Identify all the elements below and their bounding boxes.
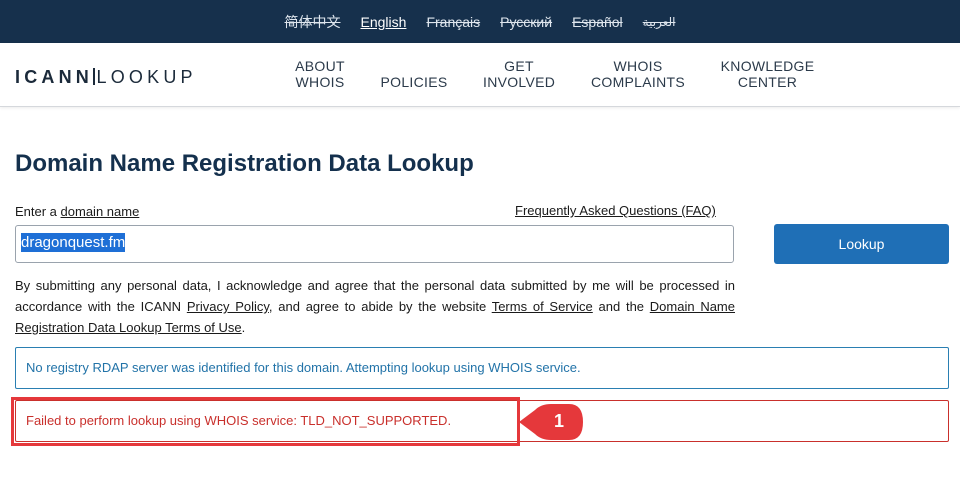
privacy-disclaimer: By submitting any personal data, I ackno… [15, 275, 735, 338]
lang-russian[interactable]: Русский [500, 14, 552, 30]
logo-icann: ICANN [15, 67, 93, 87]
domain-input[interactable]: dragonquest.fm [15, 225, 734, 263]
nav-knowledge-center-line2: CENTER [737, 74, 798, 90]
lang-spanish[interactable]: Español [572, 14, 623, 30]
domain-input-value: dragonquest.fm [21, 233, 126, 252]
nav-knowledge-center[interactable]: KNOWLEDGE CENTER [720, 58, 815, 90]
nav-get-involved-line1: GET [504, 58, 534, 74]
nav-about-whois-line2: WHOIS [295, 74, 345, 90]
nav-get-involved[interactable]: GET INVOLVED [483, 58, 555, 90]
label-prefix: Enter a [15, 204, 61, 219]
lang-english[interactable]: English [361, 14, 407, 30]
faq-link[interactable]: Frequently Asked Questions (FAQ) [515, 203, 716, 218]
lookup-button[interactable]: Lookup [774, 224, 949, 264]
disclaimer-text-4: . [241, 320, 246, 335]
site-header: ICANN LOOKUP ABOUT WHOIS POLICIES GET INV… [0, 43, 960, 107]
info-alert: No registry RDAP server was identified f… [15, 347, 949, 389]
icann-lookup-logo[interactable]: ICANN LOOKUP [15, 67, 197, 88]
logo-lookup: LOOKUP [96, 67, 197, 87]
page-title: Domain Name Registration Data Lookup [15, 150, 474, 177]
nav-about-whois[interactable]: ABOUT WHOIS [295, 58, 345, 90]
lang-chinese[interactable]: 简体中文 [285, 12, 341, 32]
domain-name-link[interactable]: domain name [61, 204, 140, 219]
nav-whois-complaints[interactable]: WHOIS COMPLAINTS [590, 58, 686, 90]
nav-knowledge-center-line1: KNOWLEDGE [720, 58, 815, 74]
lang-french[interactable]: Français [426, 14, 480, 30]
nav-policies-line1 [380, 58, 448, 74]
privacy-policy-link[interactable]: Privacy Policy [187, 299, 269, 314]
terms-of-service-link[interactable]: Terms of Service [492, 299, 593, 314]
logo-divider [93, 68, 95, 85]
error-highlight-box [11, 397, 520, 446]
lang-arabic[interactable]: العربية [643, 15, 676, 29]
nav-policies-line2: POLICIES [380, 74, 448, 90]
callout-number: 1 [553, 411, 564, 431]
nav-policies[interactable]: POLICIES [380, 58, 448, 90]
nav-get-involved-line2: INVOLVED [483, 74, 556, 90]
domain-input-label: Enter a domain name [15, 204, 139, 219]
language-bar: 简体中文 English Français Русский Español ال… [0, 0, 960, 43]
nav-about-whois-line1: ABOUT [295, 58, 345, 74]
nav-whois-complaints-line2: COMPLAINTS [590, 74, 685, 90]
disclaimer-text-2: , and agree to abide by the website [268, 299, 492, 314]
nav-whois-complaints-line1: WHOIS [613, 58, 663, 74]
disclaimer-text-3: and the [592, 299, 650, 314]
